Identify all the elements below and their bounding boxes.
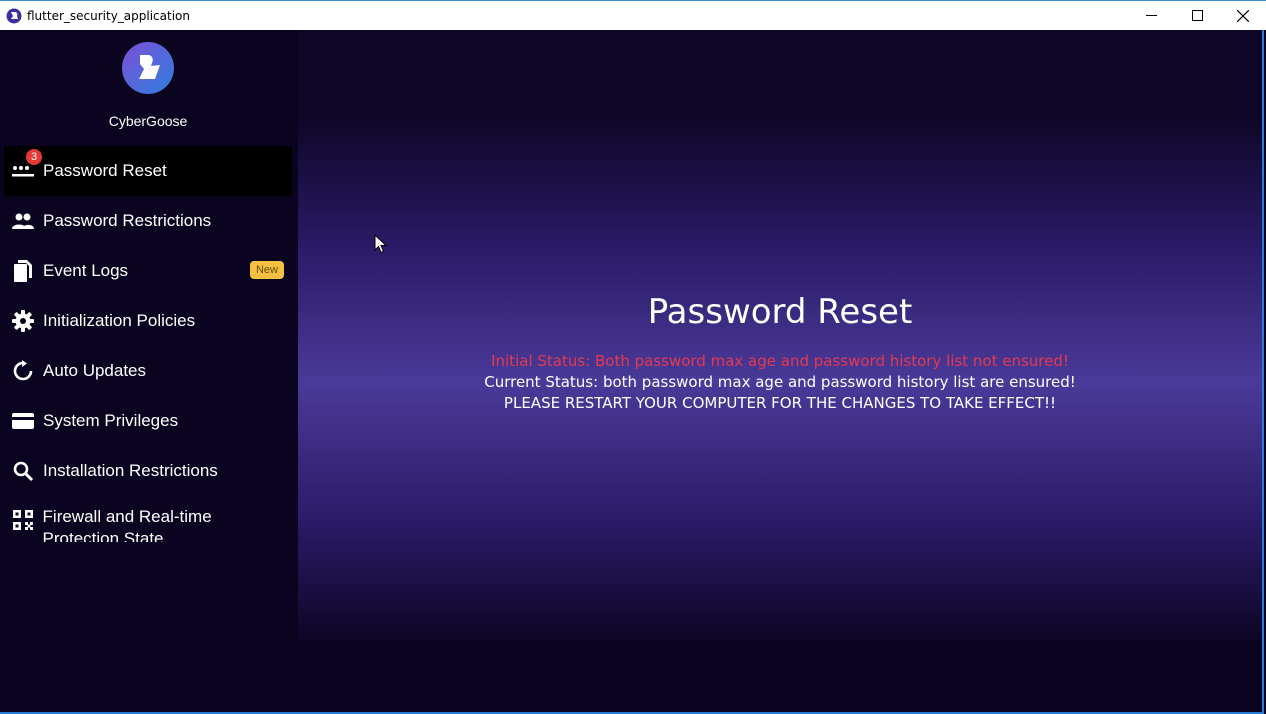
sidebar-item-label: System Privileges — [43, 411, 179, 430]
sidebar-item-label: Firewall and Real-time Protection State — [42, 507, 212, 542]
sidebar-item-label: Event Logs — [43, 261, 129, 280]
sidebar-item-label: Password Restrictions — [43, 211, 212, 230]
restart-notice-text: PLEASE RESTART YOUR COMPUTER FOR THE CHA… — [503, 394, 1057, 412]
cybergoose-logo — [122, 42, 174, 94]
minimize-button[interactable] — [1128, 1, 1174, 30]
brand-name: CyberGoose — [108, 113, 188, 129]
content-footer-area — [298, 640, 1262, 710]
sidebar-item-firewall[interactable]: Firewall and Real-time Protection State — [4, 500, 292, 542]
sidebar: CyberGoose 3 Password Reset Password Res… — [0, 30, 296, 710]
gear-icon — [12, 310, 34, 332]
mouse-pointer-icon — [374, 234, 388, 254]
notification-badge: 3 — [26, 149, 42, 165]
sidebar-item-label: Initialization Policies — [43, 311, 196, 330]
sidebar-item-password-restrictions[interactable]: Password Restrictions — [4, 196, 292, 246]
sidebar-item-label: Password Reset — [43, 161, 167, 180]
search-icon — [12, 460, 34, 482]
refresh-icon — [12, 360, 34, 382]
initial-status-text: Initial Status: Both password max age an… — [491, 352, 1069, 370]
minimize-icon — [1145, 15, 1157, 16]
documents-icon — [12, 260, 34, 282]
content-header-area — [298, 30, 1262, 114]
sidebar-item-label: Auto Updates — [43, 361, 147, 380]
app-icon — [6, 8, 22, 23]
sidebar-item-installation-restrictions[interactable]: Installation Restrictions — [4, 446, 292, 496]
sidebar-item-event-logs[interactable]: Event Logs New — [4, 246, 292, 296]
app-window: CyberGoose 3 Password Reset Password Res… — [0, 30, 1264, 714]
people-icon — [12, 210, 34, 232]
window-title: flutter_security_application — [27, 8, 190, 23]
sidebar-item-label: Installation Restrictions — [43, 461, 218, 480]
sidebar-item-initialization-policies[interactable]: Initialization Policies — [4, 296, 292, 346]
close-icon — [1237, 9, 1249, 22]
current-status-text: Current Status: both password max age an… — [484, 373, 1076, 391]
maximize-button[interactable] — [1174, 1, 1220, 30]
new-badge: New — [249, 261, 284, 279]
card-icon — [12, 410, 34, 432]
qr-code-icon — [12, 509, 34, 531]
sidebar-item-auto-updates[interactable]: Auto Updates — [4, 346, 292, 396]
main-content: Password Reset Initial Status: Both pass… — [298, 114, 1262, 640]
page-title: Password Reset — [647, 292, 913, 332]
sidebar-item-system-privileges[interactable]: System Privileges — [4, 396, 292, 446]
close-button[interactable] — [1220, 1, 1266, 30]
password-icon: 3 — [12, 149, 42, 182]
window-titlebar: flutter_security_application — [0, 0, 1266, 30]
maximize-icon — [1191, 10, 1203, 21]
sidebar-item-password-reset[interactable]: 3 Password Reset — [4, 146, 292, 196]
